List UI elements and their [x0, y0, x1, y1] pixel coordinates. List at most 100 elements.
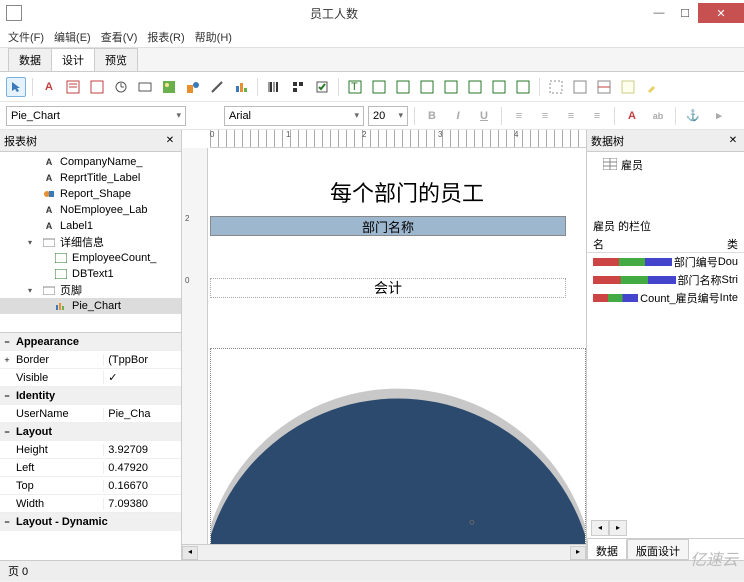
prop-visible[interactable]: Visible✓	[0, 369, 181, 387]
nav-prev-button[interactable]: ◂	[591, 520, 609, 536]
bold-button[interactable]: B	[421, 106, 443, 126]
prop-group-layout[interactable]: −Layout	[0, 423, 181, 441]
group-toggle[interactable]: −	[0, 391, 14, 401]
close-button[interactable]: ✕	[698, 3, 744, 23]
menu-file[interactable]: 文件(F)	[8, 29, 44, 45]
font-size-combo[interactable]: 20	[368, 106, 408, 126]
field-col-name[interactable]: 名	[593, 236, 727, 252]
prop-top[interactable]: Top0.16670	[0, 477, 181, 495]
right-tab-data[interactable]: 数据	[587, 539, 627, 560]
prop-left[interactable]: Left0.47920	[0, 459, 181, 477]
app-icon	[6, 5, 22, 21]
italic-button[interactable]: I	[447, 106, 469, 126]
font-color-button[interactable]: A	[621, 106, 643, 126]
dbimage-tool[interactable]	[441, 77, 461, 97]
tree-item-reprttitle-label[interactable]: AReprtTitle_Label	[0, 170, 181, 186]
variable-tool[interactable]	[135, 77, 155, 97]
dbmemo-tool[interactable]	[369, 77, 389, 97]
image-tool[interactable]	[159, 77, 179, 97]
tab-data[interactable]: 数据	[8, 48, 52, 71]
tab-design[interactable]: 设计	[51, 48, 95, 71]
menu-report[interactable]: 报表(R)	[147, 29, 184, 45]
label-tool[interactable]: A	[39, 77, 59, 97]
line-tool[interactable]	[207, 77, 227, 97]
prop-group-appearance[interactable]: −Appearance	[0, 333, 181, 351]
sysvar-tool[interactable]	[111, 77, 131, 97]
column-header-label[interactable]: 部门名称	[210, 216, 566, 236]
group-toggle[interactable]: −	[0, 337, 14, 347]
minimize-button[interactable]: —	[646, 3, 672, 23]
detail-text[interactable]: 会计	[210, 278, 566, 298]
data-tree-root[interactable]: 雇员	[591, 156, 740, 174]
crosstab-tool[interactable]	[618, 77, 638, 97]
menu-edit[interactable]: 编辑(E)	[54, 29, 91, 45]
properties-grid[interactable]: −Appearance+Border(TppBorVisible✓−Identi…	[0, 332, 181, 531]
report-tree-close-button[interactable]: ✕	[163, 134, 177, 148]
scroll-right-button[interactable]: ▸	[570, 546, 586, 560]
dbrichtext-tool[interactable]	[393, 77, 413, 97]
tree-item-label1[interactable]: ALabel1	[0, 218, 181, 234]
tree-item-dbtext1[interactable]: DBText1	[0, 266, 181, 282]
region-tool[interactable]	[546, 77, 566, 97]
memo-tool[interactable]	[63, 77, 83, 97]
richtext-tool[interactable]	[87, 77, 107, 97]
font-name-combo[interactable]: Arial	[224, 106, 364, 126]
data-tree-close-button[interactable]: ✕	[726, 134, 740, 148]
subreport-tool[interactable]	[570, 77, 590, 97]
dbcheckbox-tool[interactable]	[513, 77, 533, 97]
align-right-button[interactable]: ≡	[560, 106, 582, 126]
nav-next-button[interactable]: ▸	[609, 520, 627, 536]
paint-tool[interactable]	[642, 77, 662, 97]
chart-tool[interactable]	[231, 77, 251, 97]
align-justify-button[interactable]: ≡	[586, 106, 608, 126]
field-col-type[interactable]: 类	[727, 236, 738, 252]
more-button[interactable]: ▸	[708, 106, 730, 126]
menu-view[interactable]: 查看(V)	[101, 29, 138, 45]
tree-item-pie-chart[interactable]: Pie_Chart	[0, 298, 181, 314]
dbchart-tool[interactable]	[489, 77, 509, 97]
prop-width[interactable]: Width7.09380	[0, 495, 181, 513]
shape-tool[interactable]	[183, 77, 203, 97]
pie-chart-object[interactable]	[210, 348, 586, 544]
pagebreak-tool[interactable]	[594, 77, 614, 97]
align-center-button[interactable]: ≡	[534, 106, 556, 126]
design-canvas[interactable]: 2 0 每个部门的员工 部门名称 会计	[182, 148, 586, 544]
object-name-combo[interactable]: Pie_Chart	[6, 106, 186, 126]
report-title-label[interactable]: 每个部门的员工	[330, 176, 484, 208]
underline-button[interactable]: U	[473, 106, 495, 126]
dbtext-tool[interactable]: T	[345, 77, 365, 97]
tree-item--[interactable]: ▾页脚	[0, 282, 181, 298]
group-toggle[interactable]: −	[0, 427, 14, 437]
tree-item-employeecount-[interactable]: EmployeeCount_	[0, 250, 181, 266]
dbbarcode-tool[interactable]	[465, 77, 485, 97]
field-Count_雇员编号[interactable]: Count_雇员编号Inte	[587, 289, 744, 307]
anchor-button[interactable]: ⚓	[682, 106, 704, 126]
prop-group-identity[interactable]: −Identity	[0, 387, 181, 405]
dbcalc-tool[interactable]	[417, 77, 437, 97]
ruler-mark: 1	[286, 130, 290, 139]
prop-group-layout---dynamic[interactable]: −Layout - Dynamic	[0, 513, 181, 531]
barcode-tool[interactable]	[264, 77, 284, 97]
tree-item-report-shape[interactable]: Report_Shape	[0, 186, 181, 202]
right-tab-layout[interactable]: 版面设计	[627, 539, 689, 560]
prop-border[interactable]: +Border(TppBor	[0, 351, 181, 369]
prop-username[interactable]: UserNamePie_Cha	[0, 405, 181, 423]
tab-preview[interactable]: 预览	[94, 48, 138, 71]
tree-item--[interactable]: ▾详细信息	[0, 234, 181, 250]
group-toggle[interactable]: −	[0, 517, 14, 527]
report-tree[interactable]: ACompanyName_AReprtTitle_LabelReport_Sha…	[0, 152, 181, 332]
tree-item-noemployee-lab[interactable]: ANoEmployee_Lab	[0, 202, 181, 218]
field-部门名称[interactable]: 部门名称Stri	[587, 271, 744, 289]
tree-item-companyname-[interactable]: ACompanyName_	[0, 154, 181, 170]
checkbox-tool[interactable]	[312, 77, 332, 97]
field-部门编号[interactable]: 部门编号Dou	[587, 253, 744, 271]
pointer-tool[interactable]	[6, 77, 26, 97]
ruler-mark: 3	[438, 130, 442, 139]
barcode2d-tool[interactable]	[288, 77, 308, 97]
scroll-left-button[interactable]: ◂	[182, 546, 198, 560]
highlight-button[interactable]: ab	[647, 106, 669, 126]
align-left-button[interactable]: ≡	[508, 106, 530, 126]
menu-help[interactable]: 帮助(H)	[195, 29, 232, 45]
maximize-button[interactable]: ☐	[672, 3, 698, 23]
prop-height[interactable]: Height3.92709	[0, 441, 181, 459]
